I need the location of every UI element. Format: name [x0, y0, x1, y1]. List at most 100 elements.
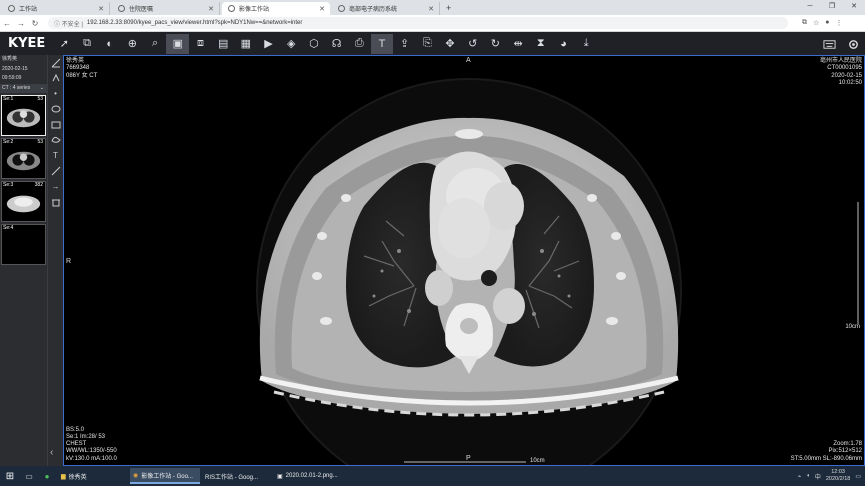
- ruler-icon[interactable]: [48, 55, 63, 71]
- clear-annotations-icon[interactable]: [48, 195, 63, 211]
- text-icon[interactable]: T: [370, 33, 394, 54]
- rotate-left-icon[interactable]: ↺: [461, 34, 484, 54]
- angle-icon[interactable]: [48, 71, 63, 87]
- overlay-top-right: 亳州市人民医院 CT00001095 2020-02-15 10:02:50: [819, 58, 862, 86]
- orientation-left: R: [66, 258, 72, 265]
- arrow-icon[interactable]: →: [48, 179, 63, 195]
- layout-icon[interactable]: ▤: [212, 34, 235, 54]
- download-icon[interactable]: ⤓: [575, 34, 598, 54]
- series-thumbnail[interactable]: Se:2 53: [1, 137, 46, 179]
- url-field[interactable]: ⓘ 不安全 | 192.168.2.33:8090/kyee_pacs_view…: [48, 17, 788, 29]
- image-viewport[interactable]: 徐秀英 7669348 086Y 女 CT 亳州市人民医院 CT00001095…: [63, 55, 865, 466]
- select-icon[interactable]: ➚: [53, 34, 76, 54]
- browser-tab[interactable]: 住院医嘱 ✕: [112, 2, 220, 15]
- back-icon[interactable]: ←: [0, 19, 14, 28]
- scale-label-right: 10cm: [845, 324, 860, 330]
- app-toolbar: KYEE ➚ ⧉ ◐ ⊕ ⌕ ▣ ⧈ ▤ ▦ ▶ ◈ ⬡ ☊ ⎙ T ⇪ ⎘ ✥ ↺ ↻ ⇹ ⧗ ◕ ⤓: [0, 32, 865, 55]
- series-thumbnail[interactable]: Se:4: [1, 223, 46, 265]
- chat-app-icon[interactable]: ●: [38, 472, 56, 481]
- text-annotation-icon[interactable]: T: [48, 148, 63, 164]
- ime-indicator[interactable]: 中: [815, 472, 821, 481]
- window-preset-icon[interactable]: ▣: [166, 33, 190, 54]
- 3d-icon[interactable]: ◈: [280, 34, 303, 54]
- vr-icon[interactable]: ☊: [325, 34, 348, 54]
- windows-start-icon[interactable]: ⊞: [0, 471, 20, 482]
- volume-icon[interactable]: ◖: [806, 473, 810, 479]
- overlay-bottom-left: BS:5.0 Se:1 Im:28/ 53 CHEST WW/WL:1350/-…: [66, 426, 117, 462]
- document-icon: [338, 5, 345, 12]
- profile-icon[interactable]: ●: [825, 19, 829, 27]
- play-icon[interactable]: ▶: [257, 34, 280, 54]
- window-level-icon[interactable]: ◐: [98, 34, 121, 54]
- network-icon[interactable]: ⌁: [798, 473, 802, 480]
- invert-icon[interactable]: ⧗: [529, 34, 552, 54]
- minimize-icon[interactable]: ─: [799, 0, 821, 13]
- study-date: 2020-02-15: [2, 65, 28, 72]
- flip-icon[interactable]: ⇹: [507, 34, 530, 54]
- menu-icon[interactable]: ⋮: [836, 19, 843, 27]
- close-window-icon[interactable]: ✕: [843, 0, 865, 13]
- globe-icon: [8, 5, 15, 12]
- taskbar-app[interactable]: ▣ 2020.02.01-2.png...: [274, 468, 344, 484]
- series-icon[interactable]: ⧉: [76, 34, 99, 54]
- chevron-down-icon: ⌄: [39, 84, 44, 91]
- study-time: 09:59:09: [2, 75, 22, 81]
- mpr-icon[interactable]: ⬡: [303, 34, 326, 54]
- close-icon[interactable]: ✕: [208, 5, 214, 13]
- pan-icon[interactable]: ✥: [439, 34, 462, 54]
- series-summary[interactable]: CT : 4 series ⌄: [0, 83, 47, 93]
- freehand-roi-icon[interactable]: [48, 133, 63, 149]
- zoom-icon[interactable]: ⊕: [121, 34, 144, 54]
- report-icon[interactable]: ⎘: [416, 34, 439, 54]
- series-thumbnail[interactable]: Se:1 53: [1, 94, 46, 136]
- browser-tab[interactable]: 工作站 ✕: [2, 2, 110, 15]
- patient-name: 徐秀英: [2, 56, 18, 62]
- translate-icon[interactable]: ⧉: [802, 19, 807, 27]
- close-icon[interactable]: ✕: [428, 5, 434, 13]
- settings-icon[interactable]: [845, 34, 861, 54]
- browser-tab-active[interactable]: 影像工作站 ✕: [222, 2, 330, 15]
- clock[interactable]: 12:03 2020/2/18: [826, 469, 850, 483]
- series-preview-image: [6, 151, 41, 170]
- point-icon[interactable]: •: [48, 86, 63, 102]
- folder-icon: ▆: [61, 473, 66, 480]
- rotate-right-icon[interactable]: ↻: [484, 34, 507, 54]
- ellipse-roi-icon[interactable]: [48, 102, 63, 118]
- close-icon[interactable]: ✕: [98, 5, 104, 13]
- scale-label-bottom: 10cm: [530, 457, 545, 464]
- taskbar-app-active[interactable]: ◉ 影像工作站 - Goo...: [130, 468, 200, 484]
- browser-tab-strip: 工作站 ✕ 住院医嘱 ✕ 影像工作站 ✕ 亳部电子病历系统 ✕ + ─ ❐ ✕: [0, 0, 865, 15]
- overlay-bottom-right: Zoom:1.78 Pix:512×512 ST:5.00mm SL:-890.…: [790, 441, 862, 462]
- grid-icon[interactable]: ▦: [235, 34, 258, 54]
- url-text: 192.168.2.33:8090/kyee_pacs_view/viewer.…: [86, 20, 303, 26]
- taskbar-app[interactable]: ▆ 徐秀英: [58, 468, 128, 484]
- series-thumbnail[interactable]: Se:3 382: [1, 180, 46, 222]
- image-file-icon: ▣: [277, 473, 283, 480]
- stack-icon[interactable]: ⧈: [189, 34, 212, 54]
- reload-icon[interactable]: ↻: [28, 19, 42, 28]
- notification-icon[interactable]: ▭: [855, 473, 861, 480]
- annotation-tools: • T → ‹: [48, 55, 63, 466]
- bookmark-star-icon[interactable]: ☆: [813, 19, 819, 27]
- kyee-logo: KYEE: [8, 36, 46, 51]
- magnify-icon[interactable]: ⌕: [144, 34, 167, 54]
- color-icon[interactable]: ◕: [552, 34, 575, 54]
- task-view-icon[interactable]: ▭: [20, 472, 38, 481]
- export-icon[interactable]: ⇪: [393, 34, 416, 54]
- new-tab-button[interactable]: +: [446, 2, 451, 15]
- address-bar: ← → ↻ ⓘ 不安全 | 192.168.2.33:8090/kyee_pac…: [0, 15, 865, 32]
- rectangle-roi-icon[interactable]: [48, 117, 63, 133]
- taskbar-app[interactable]: RIS工作站 - Goog...: [202, 468, 272, 484]
- close-icon[interactable]: ✕: [319, 5, 325, 13]
- forward-icon[interactable]: →: [14, 19, 28, 28]
- maximize-icon[interactable]: ❐: [821, 0, 843, 13]
- security-indicator[interactable]: ⓘ 不安全 |: [54, 19, 83, 28]
- keyboard-icon[interactable]: [821, 34, 837, 54]
- globe-icon: [118, 5, 125, 12]
- chrome-icon: ◉: [133, 472, 139, 479]
- browser-tab[interactable]: 亳部电子病历系统 ✕: [332, 2, 440, 15]
- print-icon[interactable]: ⎙: [348, 34, 371, 54]
- series-preview-image: [6, 108, 41, 127]
- collapse-panel-icon[interactable]: ‹: [50, 447, 53, 458]
- line-icon[interactable]: [48, 164, 63, 180]
